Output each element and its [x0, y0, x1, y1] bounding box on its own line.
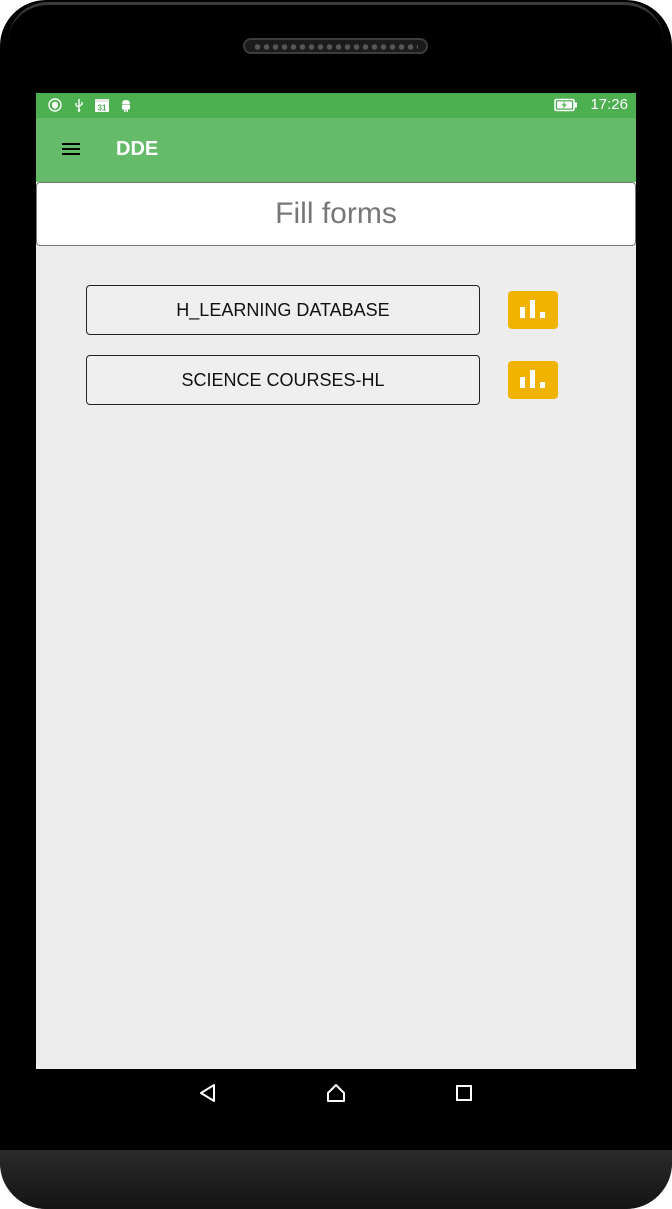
form-stats-button[interactable] — [508, 361, 558, 399]
app-title: DDE — [116, 138, 159, 160]
bar-chart-icon — [520, 370, 545, 388]
svg-text:31: 31 — [98, 104, 107, 113]
phone-bottom-bezel — [0, 1150, 672, 1209]
bar-chart-icon — [520, 300, 545, 318]
android-debug-icon — [122, 100, 130, 112]
calendar-icon: 31 — [95, 99, 109, 113]
speaker-grille — [243, 38, 428, 54]
vpn-shield-icon — [48, 98, 62, 112]
form-button-h-learning-database[interactable]: H_LEARNING DATABASE — [86, 285, 480, 335]
home-icon[interactable] — [324, 1081, 348, 1105]
list-item: H_LEARNING DATABASE — [86, 285, 558, 335]
hamburger-menu-icon[interactable] — [58, 138, 86, 162]
status-bar: 31 17:26 — [36, 93, 636, 118]
page-title-banner: Fill forms — [36, 182, 636, 246]
recents-square-icon[interactable] — [452, 1081, 476, 1105]
usb-icon — [75, 99, 83, 112]
app-bar: DDE — [36, 118, 636, 182]
battery-charging-icon — [554, 98, 577, 112]
page-title: Fill forms — [275, 197, 397, 230]
device-screen: 31 17:26 DDE Fill forms H_LEARNING DATAB… — [36, 93, 636, 1069]
system-nav-bar — [0, 1069, 672, 1117]
form-stats-button[interactable] — [508, 291, 558, 329]
list-item: SCIENCE COURSES-HL — [86, 355, 558, 405]
form-button-science-courses-hl[interactable]: SCIENCE COURSES-HL — [86, 355, 480, 405]
phone-frame: 31 17:26 DDE Fill forms H_LEARNING DATAB… — [0, 0, 672, 1209]
clock: 17:26 — [590, 96, 628, 113]
back-triangle-icon[interactable] — [196, 1081, 220, 1105]
